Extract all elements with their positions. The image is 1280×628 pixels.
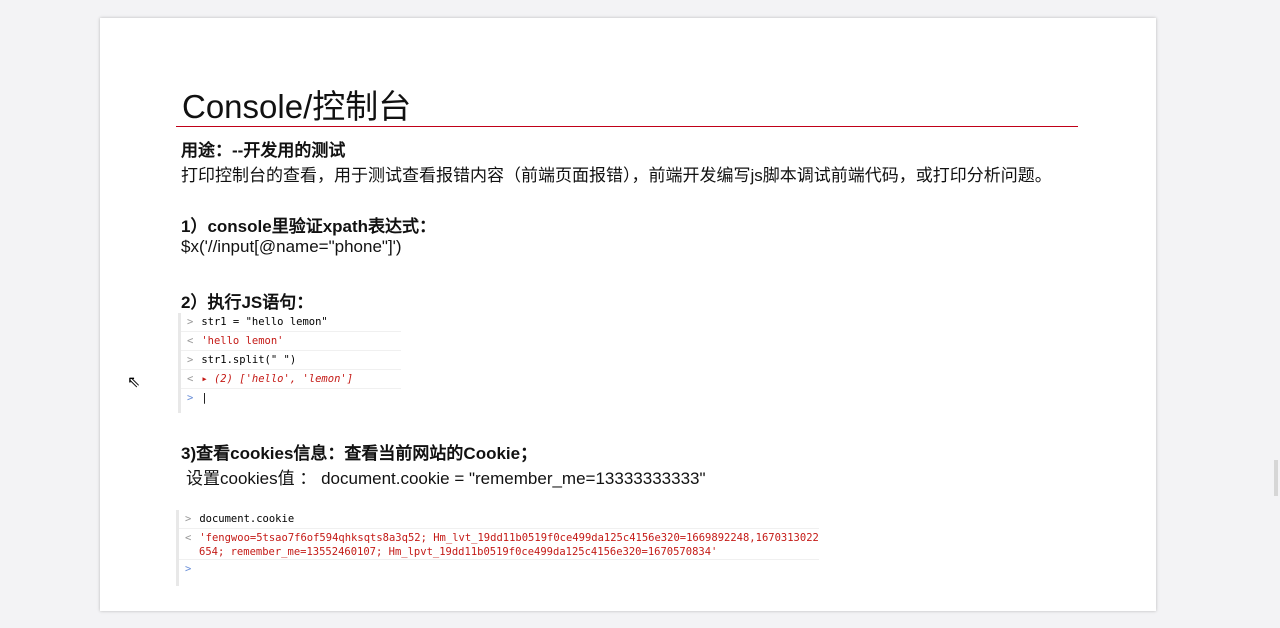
console-row: > document.cookie — [179, 510, 819, 529]
section1-code: $x('//input[@name="phone"]') — [181, 237, 402, 256]
console-row: > str1 = "hello lemon" — [181, 313, 401, 332]
section3-text: 设置cookies值 ： document.cookie = "remember… — [186, 469, 706, 488]
console-row: <'hello lemon' — [181, 332, 401, 351]
console-row: <'fengwoo=5tsao7f6of594qhksqts8a3q52; Hm… — [179, 529, 819, 560]
console-row: > — [185, 563, 192, 575]
slide-title: Console/控制台 — [182, 88, 412, 125]
section2-heading: 2）执行JS语句： — [181, 293, 314, 312]
section3-heading: 3)查看cookies信息：查看当前网站的Cookie； — [181, 444, 538, 463]
console-row: > | — [187, 392, 208, 404]
console-screenshot-js: > str1 = "hello lemon" <'hello lemon' > st… — [178, 313, 401, 413]
slide: Console/控制台 用途：--开发用的测试 打印控制台的查看，用于测试查看报… — [100, 18, 1156, 611]
purpose-label: 用途：--开发用的测试 — [181, 141, 346, 160]
console-screenshot-cookie: > document.cookie <'fengwoo=5tsao7f6of594… — [176, 510, 819, 586]
title-divider — [176, 126, 1078, 127]
purpose-text: 打印控制台的查看，用于测试查看报错内容（前端页面报错），前端开发编写js脚本调试… — [181, 166, 1052, 185]
section1-heading: 1）console里验证xpath表达式： — [181, 217, 437, 236]
mouse-cursor-icon: ⇖ — [127, 374, 141, 391]
console-row: < ▸ (2) ['hello', 'lemon'] — [181, 370, 401, 389]
scrollbar-thumb[interactable] — [1274, 460, 1278, 496]
console-row: > str1.split(" ") — [181, 351, 401, 370]
